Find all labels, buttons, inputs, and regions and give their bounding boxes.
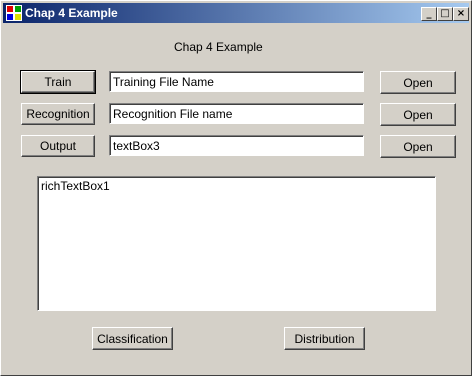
maximize-button[interactable]: □ [437, 7, 453, 21]
open-training-button[interactable]: Open [380, 71, 456, 94]
open-recognition-button[interactable]: Open [380, 103, 456, 126]
train-button[interactable]: Train [20, 70, 96, 94]
recognition-button[interactable]: Recognition [21, 103, 95, 125]
close-button[interactable]: × [453, 7, 469, 21]
title-bar[interactable]: Chap 4 Example _ □ × [3, 3, 469, 23]
open-output-button[interactable]: Open [380, 135, 456, 158]
form-heading: Chap 4 Example [174, 40, 263, 54]
distribution-button[interactable]: Distribution [284, 327, 365, 350]
rich-text-content: richTextBox1 [41, 179, 110, 193]
minimize-button[interactable]: _ [421, 7, 437, 21]
rich-text-box[interactable]: richTextBox1 [37, 176, 436, 311]
classification-button[interactable]: Classification [92, 327, 173, 350]
app-icon [6, 5, 22, 21]
output-file-input[interactable]: textBox3 [109, 135, 364, 156]
recognition-file-input[interactable]: Recognition File name [109, 103, 364, 124]
output-button[interactable]: Output [21, 135, 95, 157]
main-window: Chap 4 Example _ □ × Chap 4 Example Trai… [0, 0, 472, 376]
training-file-input[interactable]: Training File Name [109, 71, 364, 92]
window-title: Chap 4 Example [25, 6, 118, 20]
